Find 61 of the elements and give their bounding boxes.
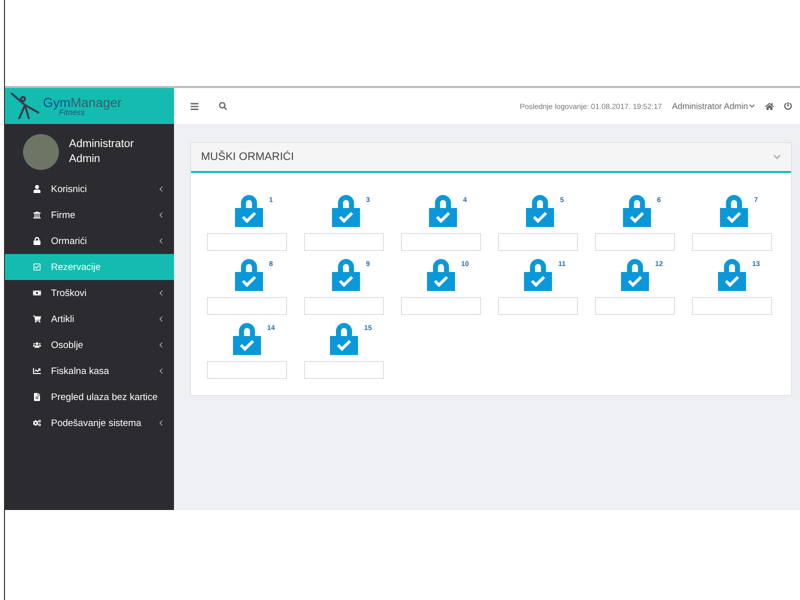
nav-item[interactable]: Korisnici (5, 176, 174, 202)
power-icon[interactable] (784, 102, 792, 110)
bank-icon (33, 211, 41, 219)
input-field[interactable] (304, 361, 384, 379)
input-field[interactable] (207, 361, 287, 379)
logo-bar[interactable]: GymManager Fitness (5, 88, 174, 124)
panel-title: MUŠKI ORMARIĆI (201, 151, 294, 163)
banknote-icon (33, 289, 41, 297)
chart-icon (33, 367, 41, 375)
nav-item[interactable]: Osoblje (5, 332, 174, 358)
yoga-figure-icon (9, 91, 41, 121)
padlock-check-icon (720, 193, 748, 227)
settings-icon (33, 419, 41, 427)
user-name: Administrator Admin (69, 137, 135, 167)
nav-item[interactable]: Pregled ulaza bez kartice (5, 384, 174, 410)
search-icon[interactable] (219, 102, 227, 110)
lock-icon (33, 237, 41, 245)
input-field[interactable] (401, 233, 481, 251)
padlock-check-icon (621, 257, 650, 291)
user-icon (33, 185, 41, 193)
input-field[interactable] (498, 233, 578, 251)
nav-item[interactable]: Troškovi (5, 280, 174, 306)
input-field[interactable] (595, 297, 675, 315)
input-field[interactable] (692, 297, 772, 315)
nav-item[interactable]: Artikli (5, 306, 174, 332)
padlock-check-icon (332, 193, 360, 227)
padlock-check-icon (330, 321, 358, 355)
menu-icon[interactable] (190, 102, 199, 110)
document-icon (33, 393, 41, 401)
input-field[interactable] (498, 297, 578, 315)
checkbox-icon (33, 263, 41, 271)
padlock-check-icon (524, 257, 552, 291)
padlock-check-icon (235, 257, 264, 291)
input-field[interactable] (595, 233, 675, 251)
padlock-check-icon (233, 321, 262, 355)
avatar (23, 134, 59, 170)
input-field[interactable] (207, 297, 287, 315)
caret-icon (749, 103, 755, 109)
nav-item[interactable]: Podešavanje sistema (5, 410, 174, 436)
input-field[interactable] (304, 233, 384, 251)
nav-item[interactable]: Fiskalna kasa (5, 358, 174, 384)
user-menu[interactable]: Administrator Admin (672, 101, 755, 111)
input-field[interactable] (207, 233, 287, 251)
home-icon[interactable] (765, 102, 774, 110)
nav-item[interactable]: Firme (5, 202, 174, 228)
collapse-icon[interactable] (773, 153, 781, 161)
input-field[interactable] (692, 233, 772, 251)
padlock-check-icon (623, 193, 652, 227)
logo-subtitle: Fitness (59, 108, 85, 116)
padlock-check-icon (427, 257, 456, 291)
input-field[interactable] (401, 297, 481, 315)
padlock-check-icon (718, 257, 746, 291)
input-field[interactable] (304, 297, 384, 315)
padlock-check-icon (332, 257, 360, 291)
padlock-check-icon (429, 193, 458, 227)
logo-text: GymManager (43, 96, 122, 108)
padlock-check-icon (526, 193, 554, 227)
padlock-check-icon (235, 193, 264, 227)
users-icon (33, 341, 41, 349)
cart-icon (33, 315, 41, 323)
nav-item[interactable]: Ormarići (5, 228, 174, 254)
